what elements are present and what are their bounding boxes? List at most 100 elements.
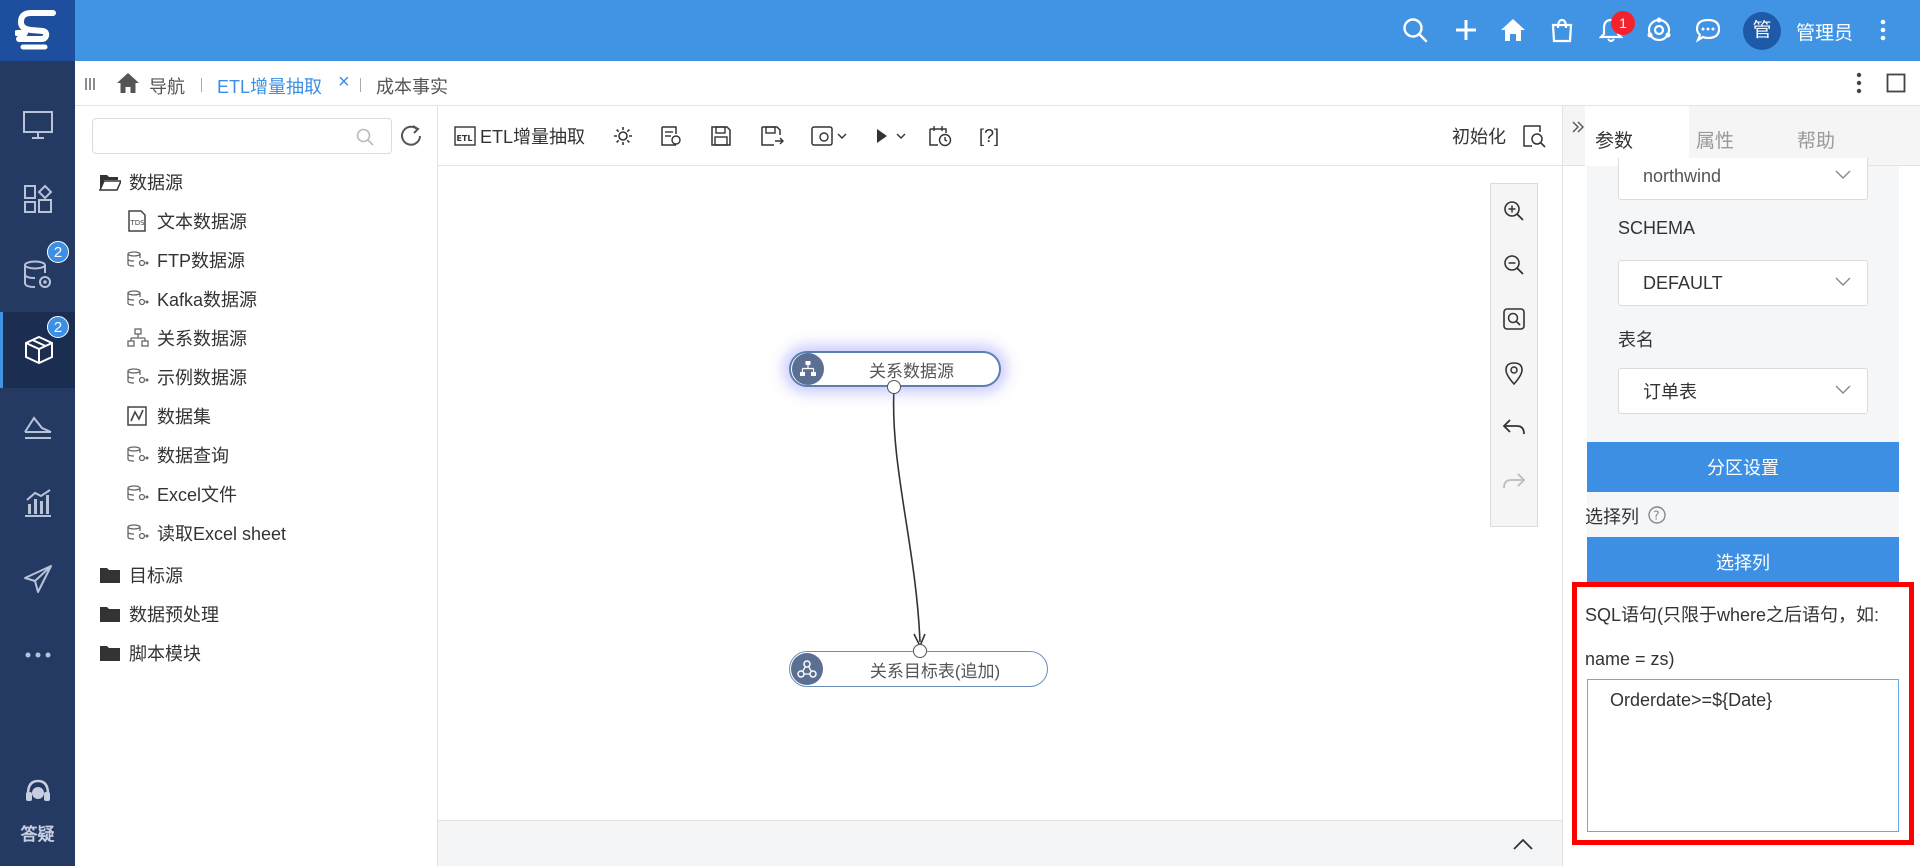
tree-group-target[interactable]: 目标源 [99, 561, 183, 589]
settings-icon[interactable] [612, 121, 634, 151]
relational-icon [127, 328, 153, 348]
tab-cost-fact[interactable]: 成本事实 [376, 73, 448, 99]
schedule-icon[interactable] [928, 121, 952, 151]
refresh-icon[interactable] [399, 124, 423, 148]
etl-icon: ETL [454, 126, 476, 146]
zoom-out-icon[interactable] [1491, 238, 1537, 292]
search-preview-icon[interactable] [1522, 121, 1546, 151]
avatar[interactable]: 管 [1743, 12, 1781, 50]
tree-group-script[interactable]: 脚本模块 [99, 639, 201, 667]
canvas-toolbar: ETL ETL增量抽取 [?] 初始化 [438, 106, 1562, 166]
redo-icon[interactable] [1491, 454, 1537, 508]
etl-canvas[interactable] [438, 166, 1562, 820]
chat-icon[interactable] [1692, 14, 1724, 46]
tree-item-label: Excel文件 [157, 485, 238, 505]
chevron-down-icon [1835, 170, 1851, 180]
tree-group-preprocess[interactable]: 数据预处理 [99, 600, 219, 628]
search-icon[interactable] [356, 128, 374, 146]
tree-search-input[interactable] [92, 118, 392, 154]
tree-item-label: FTP数据源 [157, 251, 245, 271]
headset-icon[interactable] [0, 767, 75, 817]
tree-item-label: 读取Excel sheet [157, 524, 287, 544]
tree-item-text-datasource[interactable]: TDS 文本数据源 [127, 207, 247, 235]
fit-view-icon[interactable] [1491, 292, 1537, 346]
collapse-panel-icon[interactable] [1571, 120, 1585, 134]
tab-attributes[interactable]: 属性 [1696, 126, 1734, 153]
table-label: 表名 [1618, 330, 1654, 350]
zoom-in-icon[interactable] [1491, 184, 1537, 238]
tree-item-label: 文本数据源 [157, 212, 247, 232]
add-icon[interactable] [1450, 14, 1482, 46]
chevron-down-icon [1835, 385, 1851, 395]
more-vertical-icon[interactable] [1867, 14, 1899, 46]
relational-node-icon [792, 353, 824, 385]
folder-open-icon [99, 173, 125, 191]
partition-settings-button[interactable]: 分区设置 [1587, 442, 1899, 492]
help-button[interactable]: [?] [979, 121, 999, 151]
sidebar-item-analysis[interactable] [0, 465, 75, 541]
home-nav-icon[interactable] [115, 71, 141, 95]
canvas-footer [438, 820, 1562, 866]
collapse-menu-icon[interactable] [84, 77, 96, 91]
sidebar-item-dashboard[interactable] [0, 161, 75, 237]
select-columns-button[interactable]: 选择列 [1587, 537, 1899, 587]
tab-navigation[interactable]: 导航 [149, 73, 185, 99]
help-circle-icon[interactable]: ? [1647, 505, 1667, 525]
maximize-icon[interactable] [1886, 73, 1906, 93]
tree-item-kafka-datasource[interactable]: Kafka数据源 [127, 285, 257, 313]
sql-where-input[interactable]: Orderdate>=${Date} [1587, 679, 1899, 832]
database-link-icon [127, 485, 153, 503]
database-link-icon [127, 368, 153, 386]
tree-item-data-query[interactable]: 数据查询 [127, 441, 229, 469]
text-file-icon: TDS [127, 210, 153, 232]
app-logo[interactable] [0, 0, 75, 61]
username[interactable]: 管理员 [1796, 18, 1853, 45]
tree-group-label: 目标源 [129, 566, 183, 586]
bag-icon[interactable] [1546, 14, 1578, 46]
schema-select[interactable]: DEFAULT [1618, 260, 1868, 306]
database-select[interactable]: northwind [1618, 158, 1868, 200]
properties-icon[interactable] [660, 121, 682, 151]
table-value: 订单表 [1643, 382, 1697, 402]
tabbar-more-icon[interactable] [1856, 72, 1862, 94]
settings-network-icon[interactable] [1643, 14, 1675, 46]
tab-close-icon[interactable]: × [338, 71, 350, 94]
tab-etl-incremental[interactable]: ETL增量抽取 [217, 73, 322, 99]
help-label[interactable]: 答疑 [0, 820, 75, 845]
save-icon[interactable] [710, 121, 732, 151]
tree-item-ftp-datasource[interactable]: FTP数据源 [127, 246, 245, 274]
input-port[interactable] [913, 644, 927, 658]
tree-item-label: 示例数据源 [157, 368, 247, 388]
tree-item-relational-datasource[interactable]: 关系数据源 [127, 324, 247, 352]
connection-edge[interactable] [438, 166, 1562, 820]
run-settings-dropdown[interactable] [811, 121, 847, 151]
table-select[interactable]: 订单表 [1618, 368, 1868, 414]
tree-group-label: 脚本模块 [129, 644, 201, 664]
sidebar-item-more[interactable] [0, 617, 75, 693]
run-dropdown[interactable] [873, 121, 907, 151]
tree-item-excel-file[interactable]: Excel文件 [127, 480, 237, 508]
right-panel-tabs: 参数 属性 帮助 [1563, 106, 1920, 167]
save-as-icon[interactable] [760, 121, 784, 151]
search-icon[interactable] [1399, 14, 1431, 46]
home-icon[interactable] [1497, 14, 1529, 46]
tab-help[interactable]: 帮助 [1797, 126, 1835, 153]
tree-item-dataset[interactable]: 数据集 [127, 402, 211, 430]
undo-icon[interactable] [1491, 400, 1537, 454]
chevron-up-icon[interactable] [1512, 837, 1534, 851]
sidebar-item-publish[interactable] [0, 541, 75, 617]
sidebar-item-modeling[interactable] [0, 389, 75, 465]
tab-parameters[interactable]: 参数 [1595, 126, 1633, 153]
sidebar-item-monitor[interactable] [0, 87, 75, 163]
tree-item-excel-sheet[interactable]: 读取Excel sheet [127, 519, 286, 547]
top-bar: 1 管 管理员 [0, 0, 1920, 61]
svg-text:ETL: ETL [457, 134, 473, 143]
database-link-icon [127, 290, 153, 308]
right-property-panel: 参数 属性 帮助 northwind SCHEMA DEFAULT 表名 订单表… [1562, 106, 1920, 866]
tree-item-sample-datasource[interactable]: 示例数据源 [127, 363, 247, 391]
tab-bar: 导航 ETL增量抽取 × 成本事实 [75, 61, 1920, 106]
initialize-button[interactable]: 初始化 [1452, 121, 1506, 151]
locate-icon[interactable] [1491, 346, 1537, 400]
tree-group-datasource[interactable]: 数据源 [99, 168, 183, 196]
output-port[interactable] [887, 380, 901, 394]
